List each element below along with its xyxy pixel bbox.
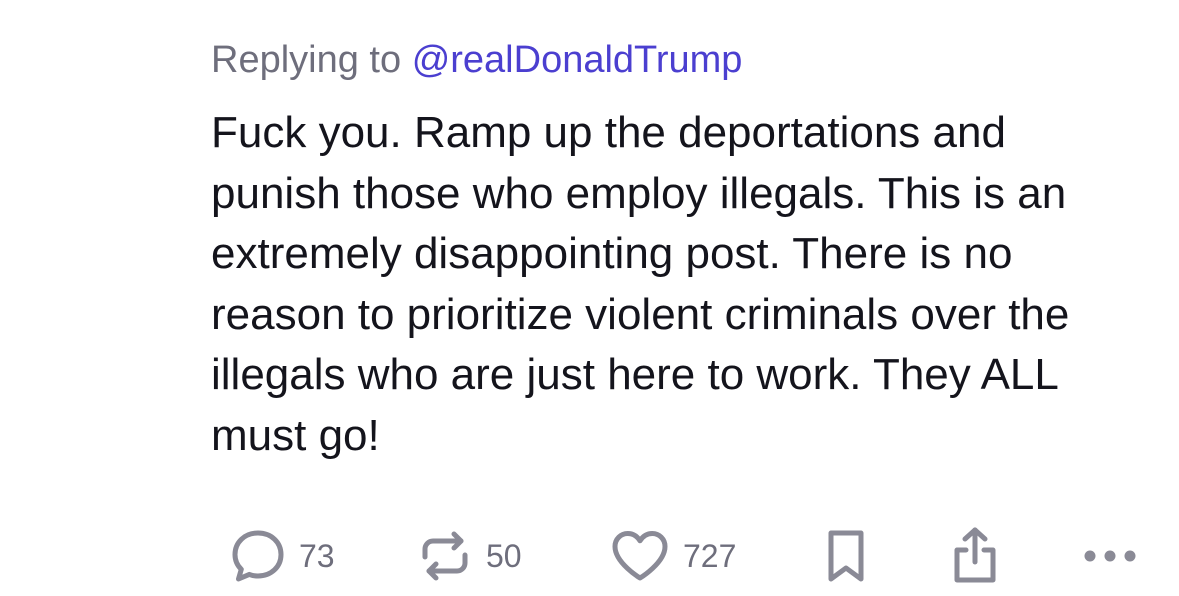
heart-icon bbox=[609, 527, 671, 585]
like-count: 727 bbox=[683, 538, 737, 574]
share-icon bbox=[946, 524, 1004, 588]
reply-button[interactable]: 73 bbox=[229, 520, 335, 592]
action-bar: 73 50 727 bbox=[211, 520, 1151, 592]
share-button[interactable] bbox=[946, 520, 1004, 592]
more-icon bbox=[1081, 546, 1141, 566]
reply-handle-link[interactable]: @realDonaldTrump bbox=[412, 39, 743, 81]
bookmark-button[interactable] bbox=[821, 520, 871, 592]
like-button[interactable]: 727 bbox=[609, 520, 736, 592]
repost-icon bbox=[416, 527, 474, 585]
repost-button[interactable]: 50 bbox=[416, 520, 522, 592]
post: Replying to @realDonaldTrump Fuck you. R… bbox=[211, 0, 1151, 596]
bookmark-icon bbox=[821, 525, 871, 587]
reply-count: 73 bbox=[299, 538, 335, 574]
post-text: Fuck you. Ramp up the deportations and p… bbox=[211, 108, 1070, 460]
replying-to-label: Replying to bbox=[211, 39, 402, 81]
repost-count: 50 bbox=[486, 538, 522, 574]
more-options-button[interactable] bbox=[1081, 520, 1141, 592]
comment-icon bbox=[229, 527, 287, 585]
replying-to-line: Replying to @realDonaldTrump bbox=[211, 38, 742, 82]
